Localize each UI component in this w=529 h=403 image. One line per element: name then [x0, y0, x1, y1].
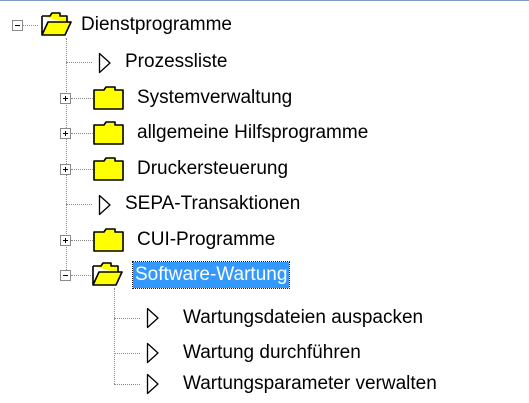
tree-item-label: CUI-Programme	[137, 229, 276, 250]
folder-icon	[93, 228, 124, 252]
tree-item-label: Systemverwaltung	[137, 87, 293, 108]
tree-item-label: Software-Wartung	[131, 261, 291, 289]
triangle-right-icon	[98, 52, 111, 74]
tree-connector	[114, 288, 115, 384]
folder-open-icon	[92, 262, 123, 286]
tree-item-systemverwaltung[interactable]: Systemverwaltung	[135, 83, 294, 113]
folder-icon	[93, 86, 124, 110]
tree-item-label: Druckersteuerung	[137, 158, 289, 179]
tree-item-sepa-transaktionen[interactable]: SEPA-Transaktionen	[123, 189, 302, 219]
folder-open-icon	[41, 12, 72, 36]
tree-connector	[71, 275, 93, 276]
folder-icon	[93, 121, 124, 145]
tree-item-label: Prozessliste	[125, 51, 228, 72]
tree-connector	[71, 133, 93, 134]
tree-connector	[114, 384, 140, 385]
expand-toggle[interactable]	[60, 164, 71, 175]
collapse-toggle[interactable]	[60, 270, 71, 281]
tree-item-label: Wartungsdateien auspacken	[183, 307, 424, 328]
tree-item-druckersteuerung[interactable]: Druckersteuerung	[135, 154, 290, 184]
triangle-right-icon	[146, 342, 159, 364]
tree-connector	[22, 25, 38, 26]
tree-connector	[114, 353, 140, 354]
collapse-toggle[interactable]	[12, 20, 23, 31]
tree-item-label: Dienstprogramme	[81, 14, 232, 35]
tree-item-label: Wartungsparameter verwalten	[183, 373, 437, 394]
menu-tree: Dienstprogramme Prozessliste Systemverwa…	[0, 0, 529, 403]
tree-connector	[66, 204, 92, 205]
folder-icon	[93, 157, 124, 181]
tree-item-dienstprogramme[interactable]: Dienstprogramme	[79, 10, 234, 40]
tree-item-wartungsparameter-verwalten[interactable]: Wartungsparameter verwalten	[181, 369, 439, 399]
tree-connector	[71, 98, 93, 99]
tree-item-prozessliste[interactable]: Prozessliste	[123, 47, 229, 77]
triangle-right-icon	[146, 307, 159, 329]
expand-toggle[interactable]	[60, 128, 71, 139]
tree-connector	[71, 169, 93, 170]
tree-item-cui-programme[interactable]: CUI-Programme	[135, 225, 277, 255]
tree-item-allgemeine-hilfsprogramme[interactable]: allgemeine Hilfsprogramme	[135, 118, 370, 148]
triangle-right-icon	[146, 373, 159, 395]
tree-connector	[66, 62, 92, 63]
expand-toggle[interactable]	[60, 235, 71, 246]
tree-connector	[114, 318, 140, 319]
tree-item-label: SEPA-Transaktionen	[125, 193, 301, 214]
tree-item-label: Wartung durchführen	[183, 342, 361, 363]
expand-toggle[interactable]	[60, 93, 71, 104]
tree-item-wartungsdateien-auspacken[interactable]: Wartungsdateien auspacken	[181, 303, 425, 333]
triangle-right-icon	[98, 194, 111, 216]
tree-item-software-wartung[interactable]: Software-Wartung	[131, 260, 291, 290]
tree-connector	[71, 240, 93, 241]
tree-item-label: allgemeine Hilfsprogramme	[137, 122, 369, 143]
tree-item-wartung-durchfuehren[interactable]: Wartung durchführen	[181, 338, 363, 368]
